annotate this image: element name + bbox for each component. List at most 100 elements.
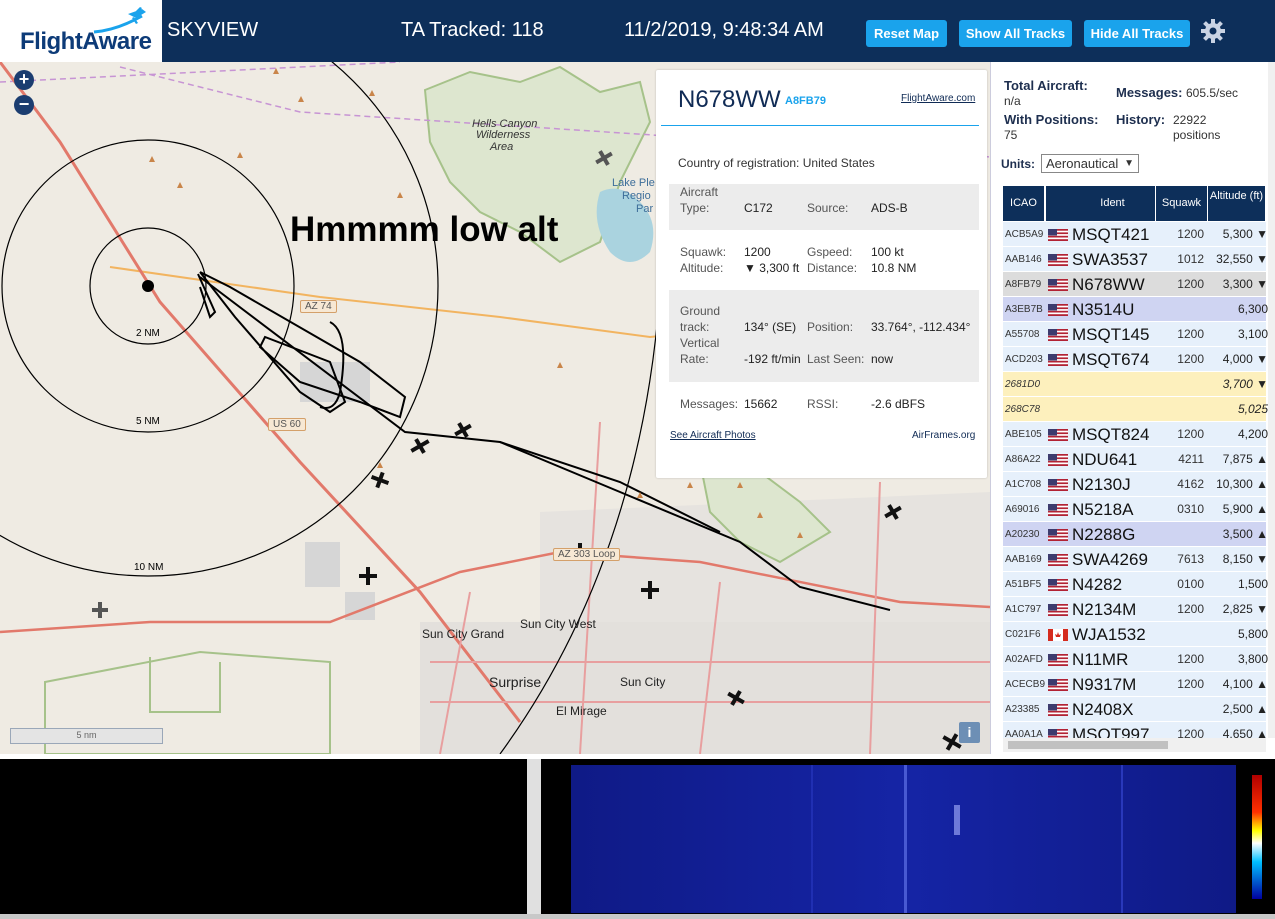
us-flag-icon [1048,354,1068,366]
table-row[interactable]: A55708 MSQT145 1200 3,100 [1003,322,1268,347]
cell-ident: MSQT674 [1072,350,1150,369]
cell-altitude: 6,300 [1237,302,1268,316]
cell-icao: A23385 [1005,704,1040,715]
column-header-icao[interactable]: ICAO [1003,186,1045,221]
cell-icao: A3EB7B [1005,304,1043,315]
aircraft-photos-link[interactable]: See Aircraft Photos [670,430,756,441]
horizontal-scrollbar[interactable] [1003,738,1266,752]
table-row[interactable]: A02AFD N11MR 1200 3,800 [1003,647,1268,672]
rssi-value: -2.6 dBFS [871,397,926,411]
units-select[interactable]: Aeronautical ▼ [1041,154,1139,173]
with-positions-value: 75 [1004,128,1018,142]
table-row[interactable]: AAB169 SWA4269 7613 8,150 ▼ [1003,547,1268,572]
cell-altitude: 8,150 ▼ [1222,552,1268,566]
place-label: Area [490,141,514,153]
column-header-squawk[interactable]: Squawk [1156,186,1208,221]
cell-icao: AAB169 [1005,554,1042,565]
cell-ident: SWA3537 [1072,250,1148,269]
table-row[interactable]: A8FB79 N678WW 1200 3,300 ▼ [1003,272,1268,297]
cell-ident: MSQT421 [1072,225,1150,244]
column-header-ident[interactable]: Ident [1070,186,1156,221]
squawk-label: Squawk: [680,245,727,259]
table-row[interactable]: ABE105 MSQT824 1200 4,200 [1003,422,1268,447]
table-row[interactable]: ACECB9 N9317M 1200 4,100 ▲ [1003,672,1268,697]
cell-icao: A8FB79 [1005,279,1042,290]
popup-ident: N678WW [678,86,781,113]
cell-squawk: 7613 [1177,552,1204,566]
column-header-altitude[interactable]: Altitude (ft) [1208,186,1266,221]
aircraft-type-value: C172 [744,201,773,215]
us-flag-icon [1048,304,1068,316]
cell-icao: AAB146 [1005,254,1042,265]
zoom-out-button[interactable]: − [14,95,34,115]
info-button[interactable]: i [959,722,980,743]
logo[interactable]: FlightAware [0,0,163,62]
place-label: Sun City [620,675,666,689]
annotation-text: Hmmmm low alt [290,210,559,249]
messages-label: Messages: [1116,85,1183,100]
cell-ident: NDU641 [1072,450,1138,469]
table-row[interactable]: C021F6 WJA1532 5,800 [1003,622,1268,647]
aircraft-type-label: Aircraft Type: [680,185,719,215]
spectrum-panel [0,759,527,914]
ground-track-label: Ground track: [680,304,721,334]
us-flag-icon [1048,454,1068,466]
cell-altitude: 2,500 ▲ [1222,702,1268,716]
cell-icao: A20230 [1005,529,1040,540]
info-band: Ground track: 134° (SE) Position: 33.764… [669,290,979,382]
cell-ident: N4282 [1072,575,1123,594]
us-flag-icon [1048,504,1068,516]
last-seen-label: Last Seen: [807,352,865,366]
table-row[interactable]: ACB5A9 MSQT421 1200 5,300 ▼ [1003,222,1268,247]
table-row[interactable]: AAB146 SWA3537 1012 32,550 ▼ [1003,247,1268,272]
table-row[interactable]: 268C78 5,025 [1003,397,1268,422]
us-flag-icon [1048,254,1068,266]
units-label: Units: [1001,157,1035,171]
cell-altitude: 5,025 [1237,402,1268,416]
cell-altitude: 10,300 ▲ [1216,477,1268,491]
table-row[interactable]: A20230 N2288G 3,500 ▲ [1003,522,1268,547]
table-row[interactable]: A1C797 N2134M 1200 2,825 ▼ [1003,597,1268,622]
aircraft-panel: Total Aircraft: n/a With Positions: 75 M… [990,62,1275,754]
vertical-scrollbar[interactable] [1268,62,1275,738]
cell-altitude: 3,700 ▼ [1222,377,1268,391]
table-row[interactable]: A1C708 N2130J 4162 10,300 ▲ [1003,472,1268,497]
table-row[interactable]: A51BF5 N4282 0100 1,500 [1003,572,1268,597]
cell-icao: A1C708 [1005,479,1042,490]
cell-ident: N3514U [1072,300,1135,319]
gear-icon[interactable] [1200,18,1226,44]
table-row[interactable]: A69016 N5218A 0310 5,900 ▲ [1003,497,1268,522]
table-row[interactable]: A3EB7B N3514U 6,300 [1003,297,1268,322]
show-all-tracks-button[interactable]: Show All Tracks [959,20,1072,47]
distance-value: 10.8 NM [871,261,917,275]
cell-squawk [1158,697,1204,722]
vertical-rate-value: -192 ft/min [744,352,801,366]
reset-map-button[interactable]: Reset Map [866,20,947,47]
cell-altitude: 4,100 ▲ [1222,677,1268,691]
source-label: Source: [807,201,849,215]
cell-altitude: 3,500 ▲ [1222,527,1268,541]
flightaware-link[interactable]: FlightAware.com [901,93,975,104]
cell-squawk: 4162 [1177,477,1204,491]
place-label: Par [636,203,654,215]
cell-icao: ABE105 [1005,429,1042,440]
airframes-link[interactable]: AirFrames.org [912,430,975,441]
place-label: Regio [622,190,651,202]
table-row[interactable]: 2681D0 3,700 ▼ [1003,372,1268,397]
waterfall-display [571,765,1236,913]
cell-squawk [1158,522,1204,547]
table-row[interactable]: A86A22 NDU641 4211 7,875 ▲ [1003,447,1268,472]
cell-ident: N2408X [1072,700,1134,719]
table-row[interactable]: ACD203 MSQT674 1200 4,000 ▼ [1003,347,1268,372]
scrollbar-thumb[interactable] [1008,741,1168,749]
table-row[interactable]: A23385 N2408X 2,500 ▲ [1003,697,1268,722]
cell-altitude: 5,900 ▲ [1222,502,1268,516]
cell-icao: A51BF5 [1005,579,1042,590]
cell-ident: N11MR [1072,650,1129,669]
hide-all-tracks-button[interactable]: Hide All Tracks [1084,20,1190,47]
cell-squawk: 1200 [1177,227,1204,241]
history-value: 22922 positions [1173,113,1221,142]
zoom-in-button[interactable]: + [14,70,34,90]
dropdown-arrow-icon: ▼ [1124,158,1134,169]
cell-ident: N2130J [1072,475,1131,494]
